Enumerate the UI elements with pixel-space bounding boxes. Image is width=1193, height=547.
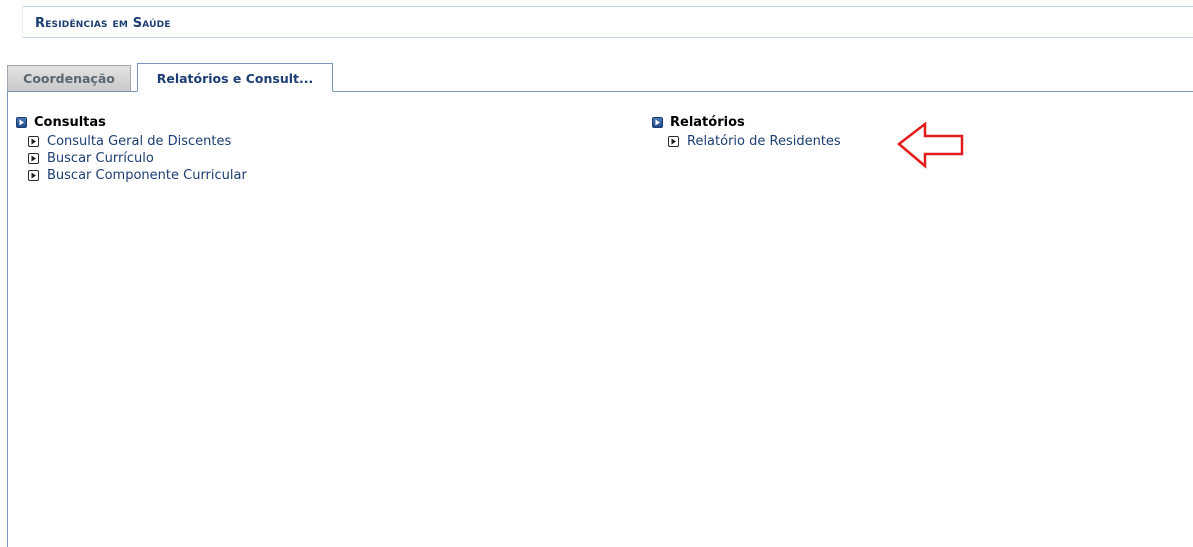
item-arrow-icon (28, 136, 39, 147)
item-arrow-icon (28, 153, 39, 164)
annotation-left-arrow-icon (897, 122, 964, 169)
item-label[interactable]: Consulta Geral de Discentes (47, 134, 231, 149)
menu-item-relatorio-residentes[interactable]: Relatório de Residentes (668, 133, 841, 150)
section-bullet-icon (16, 116, 27, 128)
section-title: Consultas (34, 114, 106, 130)
tab-coordenacao[interactable]: Coordenação (7, 65, 131, 92)
module-title: Residências em Saúde (35, 16, 171, 31)
section-header-relatorios: Relatórios (652, 114, 841, 130)
section-header-consultas: Consultas (16, 114, 247, 130)
module-title-bar: Residências em Saúde (22, 6, 1193, 38)
tab-relatorios-consultas[interactable]: Relatórios e Consult... (137, 63, 333, 92)
menu-item-consulta-geral-discentes[interactable]: Consulta Geral de Discentes (28, 133, 247, 150)
menu-item-buscar-componente-curricular[interactable]: Buscar Componente Curricular (28, 167, 247, 184)
section-consultas: Consultas Consulta Geral de Discentes Bu… (16, 114, 247, 184)
item-label[interactable]: Relatório de Residentes (687, 134, 841, 149)
section-relatorios: Relatórios Relatório de Residentes (652, 114, 841, 150)
item-arrow-icon (28, 170, 39, 181)
menu-item-buscar-curriculo[interactable]: Buscar Currículo (28, 150, 247, 167)
item-label[interactable]: Buscar Currículo (47, 151, 154, 166)
section-title: Relatórios (670, 114, 745, 130)
section-bullet-icon (652, 116, 663, 128)
item-label[interactable]: Buscar Componente Curricular (47, 168, 247, 183)
item-arrow-icon (668, 136, 679, 147)
